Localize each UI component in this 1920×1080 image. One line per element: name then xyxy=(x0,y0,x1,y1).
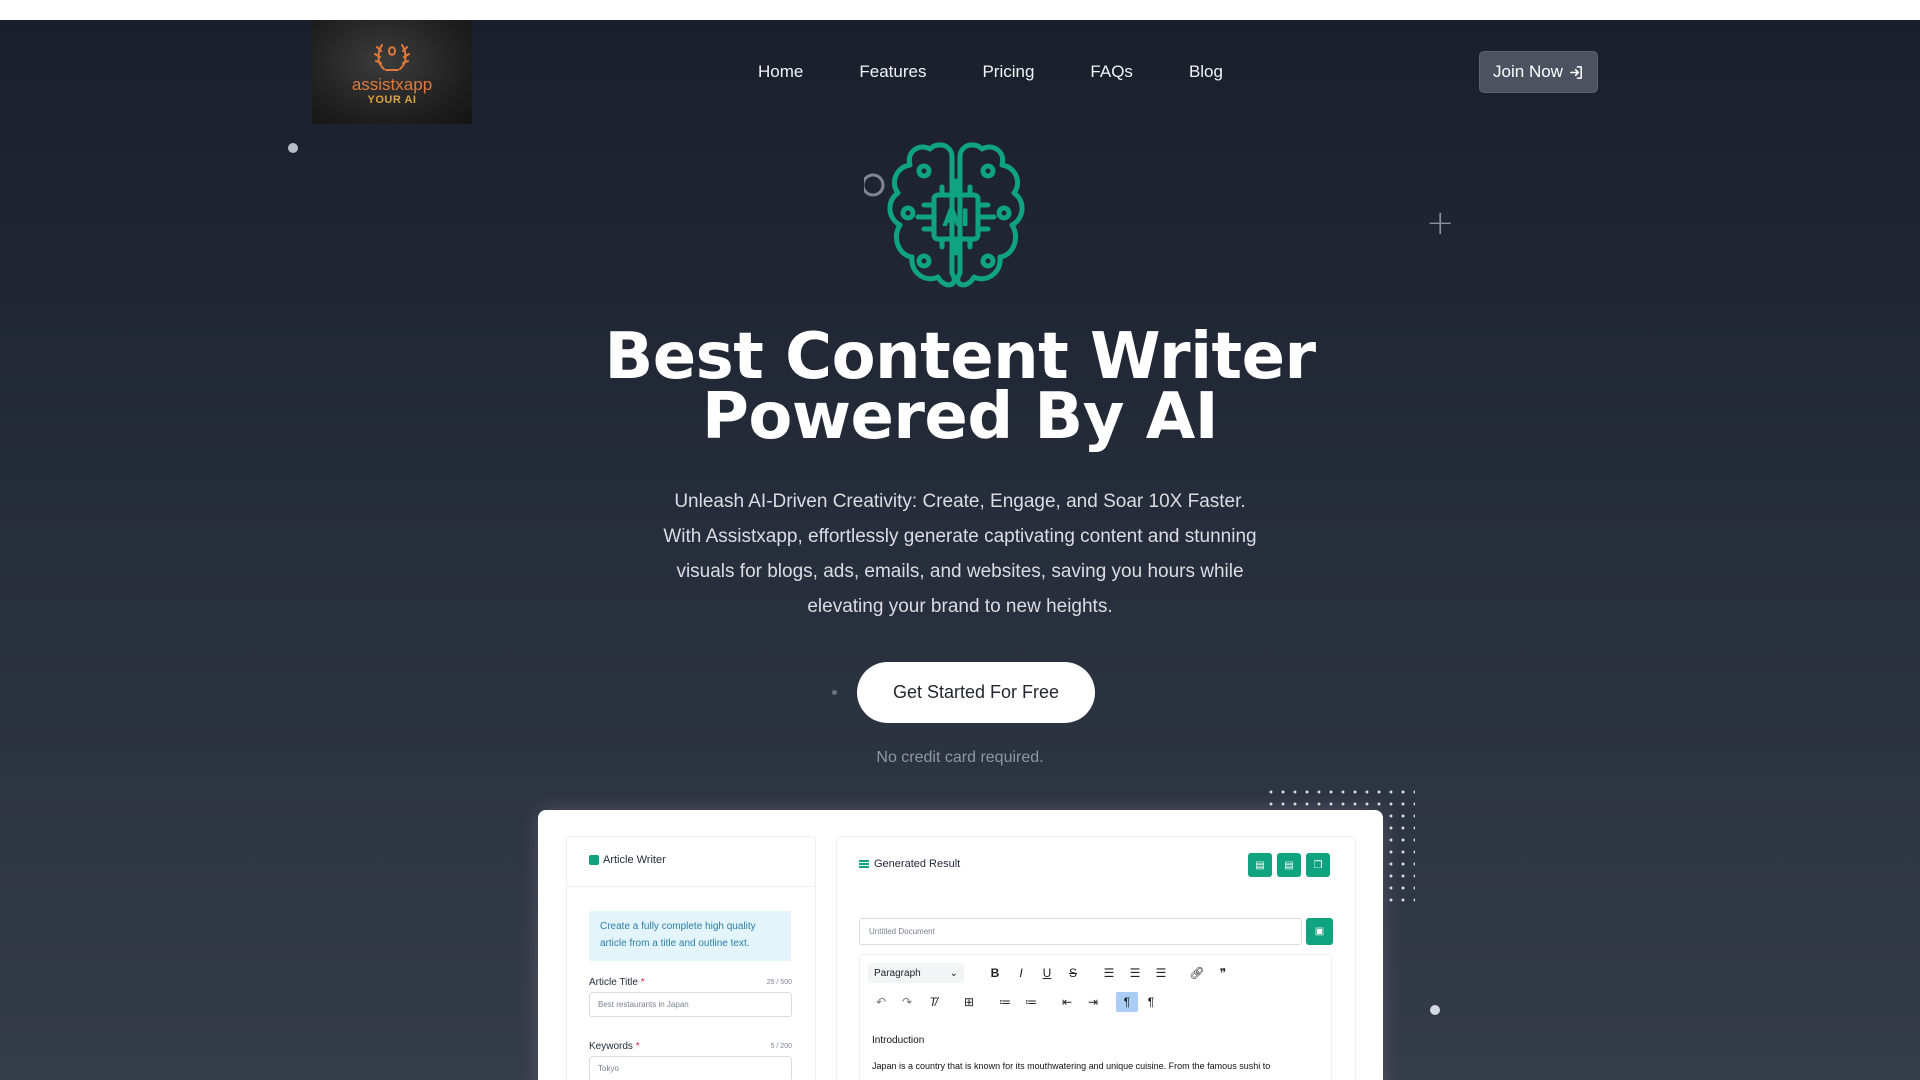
join-now-label: Join Now xyxy=(1493,62,1563,81)
sign-in-icon xyxy=(1570,65,1582,79)
blockquote-icon[interactable]: ❞ xyxy=(1210,963,1236,983)
strikethrough-button[interactable]: S xyxy=(1060,963,1086,983)
nav-item-pricing[interactable]: Pricing xyxy=(982,62,1034,82)
align-right-icon[interactable]: ☰ xyxy=(1148,963,1174,983)
required-mark: * xyxy=(635,1041,640,1052)
nav-item-features[interactable]: Features xyxy=(859,62,926,82)
field-label: Keywords xyxy=(589,1041,633,1052)
paragraph-select[interactable]: Paragraph ⌄ xyxy=(868,963,964,983)
decor-dot xyxy=(832,690,837,695)
paragraph-select-value: Paragraph xyxy=(874,967,921,979)
copy-button[interactable]: ❐ xyxy=(1306,853,1330,877)
hero-title-line-2: Powered By AI xyxy=(701,380,1219,454)
nav-item-faqs[interactable]: FAQs xyxy=(1090,62,1133,82)
get-started-button[interactable]: Get Started For Free xyxy=(857,662,1095,723)
bullet-list-icon[interactable]: ≔ xyxy=(992,992,1018,1012)
field-label: Article Title xyxy=(589,977,638,988)
divider xyxy=(567,886,815,887)
ai-brain-chip-icon: AI xyxy=(864,142,1025,288)
join-now-button[interactable]: Join Now xyxy=(1479,51,1598,93)
rtl-direction-icon[interactable]: ¶ xyxy=(1138,992,1164,1012)
copy-icon: ❐ xyxy=(1313,859,1323,871)
redo-icon[interactable]: ↷ xyxy=(894,992,920,1012)
article-writer-title: Article Writer xyxy=(589,854,666,866)
file-icon: ▤ xyxy=(1284,859,1294,871)
decor-dot xyxy=(288,143,298,153)
nav-item-blog[interactable]: Blog xyxy=(1189,62,1223,82)
required-mark: * xyxy=(640,977,645,988)
no-credit-card-note: No credit card required. xyxy=(876,749,1044,766)
brand-name: assistxapp xyxy=(351,74,433,94)
ltr-direction-icon[interactable]: ¶ xyxy=(1116,992,1138,1012)
keywords-label: Keywords * xyxy=(589,1041,640,1052)
clear-format-icon[interactable]: T̸ xyxy=(920,992,946,1012)
hero-subtitle: Unleash AI-Driven Creativity: Create, En… xyxy=(663,491,1257,617)
save-document-button[interactable]: ▣ xyxy=(1306,918,1333,945)
nav-item-home[interactable]: Home xyxy=(758,62,803,82)
brand-tagline: YOUR AI xyxy=(367,93,417,106)
save-icon: ▣ xyxy=(1314,926,1325,937)
bold-button[interactable]: B xyxy=(982,963,1008,983)
undo-icon[interactable]: ↶ xyxy=(868,992,894,1012)
outdent-icon[interactable]: ⇤ xyxy=(1054,992,1080,1012)
link-icon[interactable]: 🔗︎ xyxy=(1184,963,1210,983)
export-docx-button[interactable]: ▤ xyxy=(1248,853,1272,877)
generated-result-title: Generated Result xyxy=(859,858,960,870)
align-center-icon[interactable]: ☰ xyxy=(1122,963,1148,983)
article-writer-panel: Article Writer Create a fully complete h… xyxy=(566,836,816,1080)
hero-title-line-1: Best Content Writer xyxy=(604,320,1316,394)
text-lines-icon xyxy=(859,860,869,868)
table-icon[interactable]: ⊞ xyxy=(956,992,982,1012)
ai-chip-label: AI xyxy=(942,204,970,232)
article-title-input[interactable]: Best restaurants in Japan xyxy=(589,992,792,1017)
plus-icon: + xyxy=(1426,203,1455,243)
align-left-icon[interactable]: ☰ xyxy=(1096,963,1122,983)
underline-button[interactable]: U xyxy=(1034,963,1060,983)
article-title-label: Article Title * xyxy=(589,977,645,988)
laurel-wreath-icon xyxy=(374,43,410,71)
brand-logo[interactable]: assistxapp YOUR AI xyxy=(312,20,472,124)
char-count: 5 / 200 xyxy=(770,1043,792,1050)
italic-button[interactable]: I xyxy=(1008,963,1034,983)
generated-result-label: Generated Result xyxy=(874,858,961,870)
editor-toolbar-row-2: ↶ ↷ T̸ ⊞ ≔ ≔ ⇤ ⇥ ¶ ¶ xyxy=(868,991,1164,1013)
decor-dot xyxy=(1430,1005,1440,1015)
info-box: Create a fully complete high quality art… xyxy=(589,911,791,961)
document-name-input[interactable]: Untitled Document xyxy=(859,918,1302,945)
edit-icon xyxy=(589,855,599,865)
chevron-down-icon: ⌄ xyxy=(949,967,958,979)
hero-section: assistxapp YOUR AI Home Features Pricing… xyxy=(0,20,1920,1080)
numbered-list-icon[interactable]: ≔ xyxy=(1018,992,1044,1012)
indent-icon[interactable]: ⇥ xyxy=(1080,992,1106,1012)
generated-result-panel: Generated Result ▤ ▤ ❐ Untitled Document… xyxy=(836,836,1356,1080)
rich-text-editor: Paragraph ⌄ B I U S ☰ ☰ ☰ 🔗︎ ❞ ↶ ↷ T̸ ⊞ … xyxy=(859,954,1332,1080)
content-text: Japan is a country that is known for its… xyxy=(872,1061,1271,1071)
article-writer-label: Article Writer xyxy=(603,854,666,866)
keywords-input[interactable]: Tokyo xyxy=(589,1056,792,1080)
hero-title: Best Content Writer Powered By AI xyxy=(560,320,1360,454)
content-heading: Introduction xyxy=(872,1035,925,1046)
export-pdf-button[interactable]: ▤ xyxy=(1277,853,1301,877)
main-nav: Home Features Pricing FAQs Blog xyxy=(758,62,1279,82)
char-count: 25 / 500 xyxy=(766,979,792,986)
product-preview: Article Writer Create a fully complete h… xyxy=(538,810,1383,1080)
editor-toolbar-row-1: Paragraph ⌄ B I U S ☰ ☰ ☰ 🔗︎ ❞ xyxy=(868,962,1236,984)
file-icon: ▤ xyxy=(1255,859,1265,871)
